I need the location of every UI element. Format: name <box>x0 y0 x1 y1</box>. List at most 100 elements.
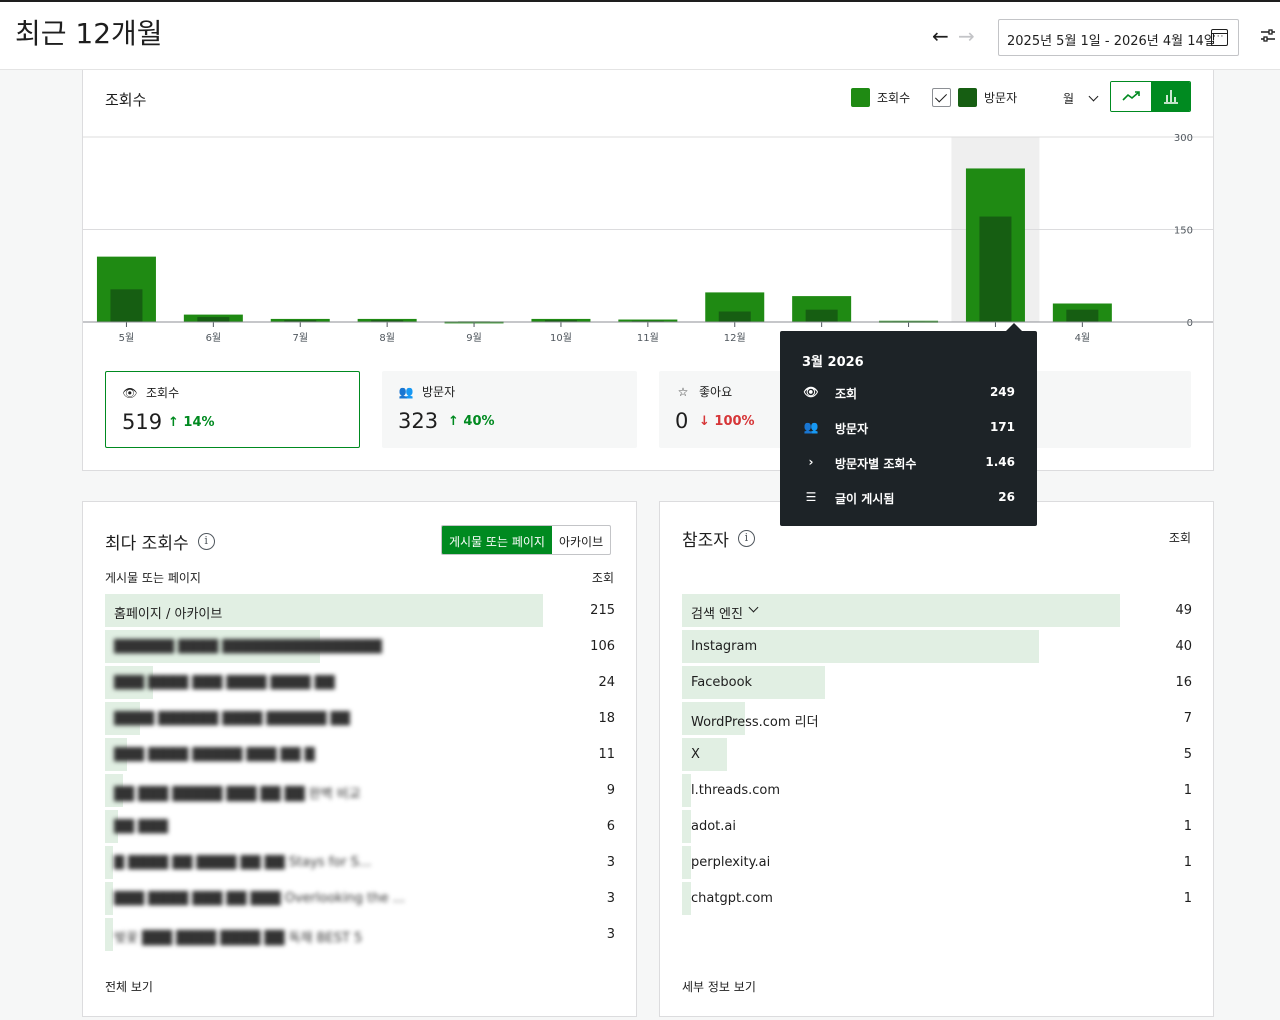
tab-posts-pages[interactable]: 게시물 또는 페이지 <box>442 526 552 554</box>
row-label: █ ████ ██ ████ ██ ██ Stays for S... <box>114 855 372 870</box>
referrer-row[interactable]: Instagram 40 <box>682 630 1192 663</box>
row-value: 1 <box>1183 783 1192 798</box>
referrer-row[interactable]: chatgpt.com 1 <box>682 882 1192 915</box>
bar-visitors <box>805 309 838 322</box>
next-period-arrow-icon[interactable]: → <box>958 26 975 46</box>
stat-likes-delta: ↓ 100% <box>699 414 755 429</box>
row-value: 1 <box>1183 855 1192 870</box>
stat-visitors-value: 323 <box>398 409 439 433</box>
stat-tile-views[interactable]: 👁 조회수 519 ↑ 14% <box>105 371 360 448</box>
legend-views-label: 조회수 <box>877 91 911 105</box>
view-details-link[interactable]: 세부 정보 보기 <box>682 978 756 995</box>
row-label: l.threads.com <box>691 783 781 798</box>
row-share-bar <box>682 846 691 879</box>
tooltip-row-value: 171 <box>989 420 1015 434</box>
referrer-row[interactable]: Facebook 16 <box>682 666 1192 699</box>
x-tick-label: 7월 <box>292 332 308 344</box>
row-share-bar <box>105 846 113 879</box>
row-label: chatgpt.com <box>691 891 773 906</box>
referrer-row[interactable]: adot.ai 1 <box>682 810 1192 843</box>
star-icon: ☆ <box>677 384 689 399</box>
column-header-views: 조회 <box>1168 531 1191 545</box>
row-value: 24 <box>598 675 615 690</box>
row-value: 106 <box>590 639 615 654</box>
stat-views-delta: ↑ 14% <box>168 415 215 430</box>
row-label: Facebook <box>691 675 753 690</box>
line-chart-button[interactable] <box>1111 82 1151 111</box>
tooltip-row-label: 방문자 <box>835 422 869 436</box>
row-value: 215 <box>590 603 615 618</box>
stat-tile-visitors[interactable]: 👥 방문자 323 ↑ 40% <box>382 371 637 448</box>
post-row[interactable]: ████ ██████ ████ ██████ ██ 18 <box>105 702 615 735</box>
tooltip-row-value: 26 <box>998 490 1015 504</box>
row-value: 3 <box>606 927 615 942</box>
post-row[interactable]: ███ ████ █████ ███ ██ █ 11 <box>105 738 615 771</box>
previous-period-arrow-icon[interactable]: ← <box>932 26 949 46</box>
row-value: 6 <box>606 819 615 834</box>
x-tick-label: 8월 <box>379 332 395 344</box>
row-share-bar <box>105 918 113 951</box>
x-tick-label: 4월 <box>1075 332 1091 344</box>
post-row[interactable]: ██ ███ 6 <box>105 810 615 843</box>
post-row[interactable]: ███ ████ ███ ████ ████ ██ 24 <box>105 666 615 699</box>
date-range-picker[interactable]: 2025년 5월 1일 - 2026년 4월 14일 <box>998 19 1239 56</box>
row-value: 16 <box>1175 675 1192 690</box>
referrers-title-text: 참조자 <box>682 531 729 551</box>
y-tick-label: 150 <box>1174 226 1193 237</box>
stat-visitors-label: 방문자 <box>422 385 456 399</box>
row-share-bar <box>682 810 691 843</box>
sliders-icon[interactable] <box>1260 28 1276 44</box>
row-value: 7 <box>1183 711 1192 726</box>
legend-visitors-checkbox[interactable] <box>932 88 951 107</box>
row-label: X <box>691 747 700 762</box>
chart-tooltip: 3월 2026 👁 조회 249 👥 방문자 171 › 방문자별 조회수 1.… <box>780 323 1037 526</box>
x-tick-label: 9월 <box>466 332 482 344</box>
referrer-row[interactable]: X5 <box>682 738 1192 771</box>
top-posts-tabs: 게시물 또는 페이지 아카이브 <box>441 525 612 555</box>
referrers-title: 참조자 i <box>682 526 755 551</box>
column-header-views: 조회 <box>591 571 614 585</box>
views-bar-chart: 300 150 0 5월 6월 7월 8월 9월 10월 11월 12월 4월 <box>83 133 1213 344</box>
y-tick-label: 0 <box>1187 318 1193 329</box>
view-all-link[interactable]: 전체 보기 <box>105 978 153 995</box>
post-row[interactable]: 벚꽃 ███ ████ ████ ██ 독채 BEST 5 3 <box>105 918 615 951</box>
tab-archive[interactable]: 아카이브 <box>552 526 610 554</box>
x-tick-label: 11월 <box>637 332 659 344</box>
trending-up-icon <box>1122 91 1140 101</box>
post-row[interactable]: ██████ ████ ████████████████ 106 <box>105 630 615 663</box>
period-select[interactable]: 월 <box>1063 90 1099 107</box>
bar-visitors <box>718 311 751 322</box>
legend-visitors-swatch <box>958 88 977 107</box>
referrer-row[interactable]: WordPress.com 리더 7 <box>682 702 1192 735</box>
row-label: ██ ███ <box>114 819 169 834</box>
referrer-row[interactable]: perplexity.ai 1 <box>682 846 1192 879</box>
post-row[interactable]: 홈페이지 / 아카이브 215 <box>105 594 615 627</box>
tooltip-row-label: 조회 <box>835 387 858 401</box>
info-icon[interactable]: i <box>197 533 215 550</box>
referrer-row[interactable]: l.threads.com 1 <box>682 774 1192 807</box>
row-value: 3 <box>606 855 615 870</box>
bar-visitors <box>979 216 1012 322</box>
post-row[interactable]: ███ ████ ███ ██ ███ Overlooking the ... 3 <box>105 882 615 915</box>
x-tick-label: 5월 <box>119 332 135 344</box>
chevron-down-icon <box>1088 91 1099 102</box>
referrer-row[interactable]: 검색 엔진 49 <box>682 594 1192 627</box>
row-share-bar <box>682 774 691 807</box>
info-icon[interactable]: i <box>737 530 755 547</box>
row-label: 홈페이지 / 아카이브 <box>114 607 223 622</box>
row-label: Instagram <box>691 639 758 654</box>
views-chart-card: 조회수 조회수 방문자 월 300 150 0 5월 6월 7월 8월 9월 10월 11월 12월… <box>82 70 1214 471</box>
post-row[interactable]: ██ ███ █████ ███ ██ ██ 완벽 비교 9 <box>105 774 615 807</box>
row-value: 9 <box>606 783 615 798</box>
tooltip-row-label: 글이 게시됨 <box>835 492 895 506</box>
legend-views-swatch <box>851 88 870 107</box>
bar-visitors <box>1066 309 1099 322</box>
row-label: ███ ████ ███ ████ ████ ██ <box>114 675 335 690</box>
post-row[interactable]: █ ████ ██ ████ ██ ██ Stays for S... 3 <box>105 846 615 879</box>
legend-visitors[interactable]: 방문자 <box>932 88 1017 107</box>
legend-visitors-label: 방문자 <box>984 91 1018 105</box>
eye-icon: 👁 <box>122 385 138 400</box>
bar-visitors <box>110 289 143 322</box>
people-icon: 👥 <box>398 384 414 399</box>
bar-chart-button[interactable] <box>1151 82 1190 111</box>
